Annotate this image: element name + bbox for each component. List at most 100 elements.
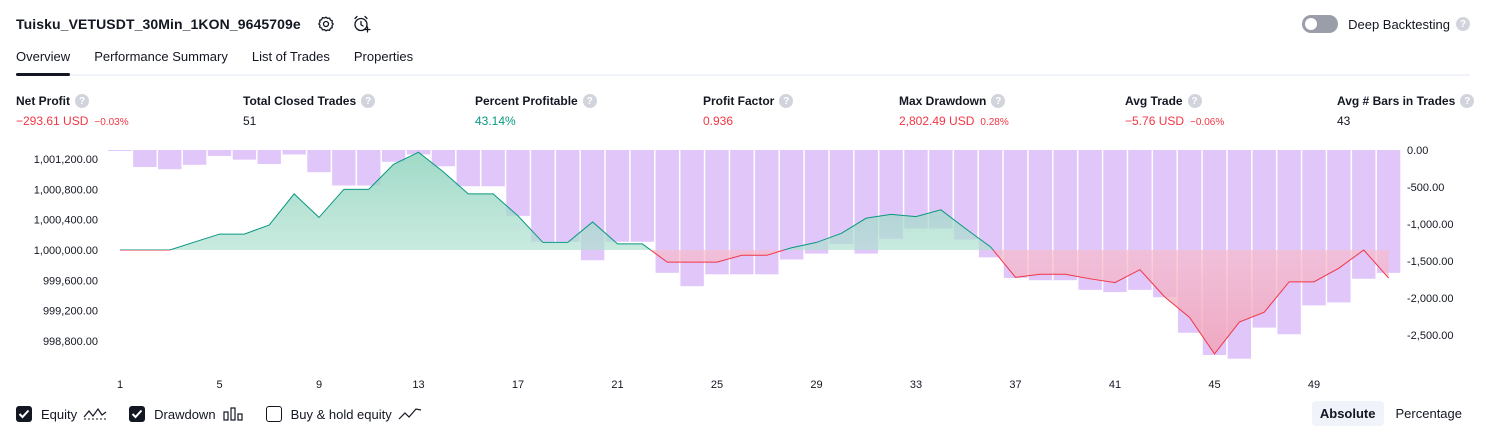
stat-profit-factor: Profit Factor? 0.936 — [703, 94, 794, 128]
x-tick-label: 29 — [810, 379, 822, 391]
equity-line-icon — [83, 407, 107, 421]
x-tick-label: 17 — [512, 379, 524, 391]
drawdown-bar — [481, 150, 505, 187]
legend-label: Drawdown — [154, 406, 216, 422]
drawdown-bar — [556, 150, 580, 242]
stat-percent: −0.06% — [1190, 117, 1225, 128]
stat-percent-profitable: Percent Profitable? 43.14% — [475, 94, 597, 128]
y-left-tick-label: 1,001,200.00 — [34, 154, 98, 166]
drawdown-bar — [357, 150, 381, 186]
equity-drawdown-chart: 1,001,200.00 1,000,800.00 1,000,400.00 1,00… — [34, 145, 1454, 391]
stat-avg-trade: Avg Trade? −5.76 USD −0.06% — [1125, 94, 1224, 128]
scale-mode-switch: Absolute Percentage — [1308, 401, 1470, 426]
drawdown-bar — [282, 150, 306, 155]
stat-label: Max Drawdown — [899, 94, 987, 108]
stat-net-profit: Net Profit? −293.61 USD −0.03% — [16, 94, 129, 128]
drawdown-bar — [232, 150, 257, 160]
drawdown-bar — [779, 150, 804, 260]
x-tick-label: 13 — [412, 379, 424, 391]
x-tick-label: 41 — [1109, 379, 1121, 391]
chart-legend: Equity Drawdown Buy & hold equity — [16, 402, 444, 426]
checkbox-checked-icon[interactable] — [129, 406, 146, 422]
drawdown-bar — [531, 150, 555, 242]
drawdown-bar — [456, 150, 480, 187]
drawdown-bars-icon — [222, 407, 244, 421]
tab-bar: Overview Performance Summary List of Tra… — [16, 44, 1470, 76]
stat-value: −5.76 USD — [1125, 114, 1185, 128]
stat-value: 43.14% — [475, 114, 516, 128]
drawdown-bar — [1277, 150, 1301, 335]
drawdown-bar — [332, 150, 356, 186]
stat-label: Avg Trade — [1125, 94, 1183, 108]
drawdown-bar — [506, 150, 530, 216]
drawdown-bar — [158, 150, 182, 170]
percentage-button[interactable]: Percentage — [1388, 401, 1471, 426]
info-icon[interactable]: ? — [1460, 94, 1475, 108]
tab-properties[interactable]: Properties — [354, 44, 413, 74]
info-icon[interactable]: ? — [75, 94, 89, 108]
legend-label: Equity — [41, 406, 78, 422]
drawdown-bar — [804, 150, 829, 254]
stat-value: −293.61 USD — [16, 114, 89, 128]
info-icon[interactable]: ? — [1187, 94, 1202, 108]
tab-list-of-trades[interactable]: List of Trades — [252, 44, 330, 74]
stat-label: Percent Profitable — [475, 94, 578, 108]
legend-drawdown-toggle[interactable]: Drawdown — [129, 406, 243, 422]
stat-total-closed-trades: Total Closed Trades? 51 — [243, 94, 376, 128]
drawdown-bar — [431, 150, 456, 167]
y-right-tick-label: 0.00 — [1407, 145, 1428, 157]
x-tick-label: 25 — [711, 379, 723, 391]
drawdown-bar — [257, 150, 281, 165]
y-left-tick-label: 999,200.00 — [43, 306, 98, 318]
stat-percent: −0.03% — [94, 117, 129, 128]
add-alert-clock-icon[interactable] — [351, 13, 373, 35]
tab-overview[interactable]: Overview — [16, 44, 71, 76]
stat-value: 2,802.49 USD — [899, 114, 975, 128]
tab-performance-summary[interactable]: Performance Summary — [94, 44, 228, 74]
x-tick-label: 45 — [1208, 379, 1220, 391]
deep-backtesting-toggle[interactable] — [1302, 15, 1339, 33]
deep-backtesting-control: Deep Backtesting ? — [1302, 13, 1470, 35]
info-icon[interactable]: ? — [991, 94, 1006, 108]
x-tick-label: 9 — [316, 379, 322, 391]
checkbox-checked-icon[interactable] — [16, 406, 32, 422]
x-tick-label: 33 — [910, 379, 922, 391]
drawdown-bar — [630, 150, 655, 242]
stat-max-drawdown: Max Drawdown? 2,802.49 USD 0.28% — [899, 94, 1009, 128]
y-left-tick-label: 1,000,400.00 — [34, 215, 98, 227]
legend-buy-hold-toggle[interactable]: Buy & hold equity — [265, 406, 422, 422]
y-right-tick-label: -2,500.00 — [1407, 330, 1453, 342]
y-right-tick-label: -2,000.00 — [1407, 293, 1453, 305]
drawdown-bar — [605, 150, 630, 242]
settings-gear-icon[interactable] — [315, 13, 337, 35]
stat-label: Net Profit — [16, 94, 70, 108]
y-left-tick-label: 1,000,800.00 — [34, 184, 98, 196]
checkbox-unchecked-icon[interactable] — [265, 406, 282, 422]
buy-hold-line-icon — [398, 407, 422, 421]
help-icon[interactable]: ? — [1456, 17, 1470, 31]
strategy-header: Tuisku_VETUSDT_30Min_1KON_9645709e — [16, 13, 373, 35]
drawdown-bar — [207, 150, 232, 156]
drawdown-bar — [182, 150, 207, 165]
drawdown-bar — [307, 150, 331, 173]
stat-label: Total Closed Trades — [243, 94, 357, 108]
absolute-button[interactable]: Absolute — [1311, 401, 1384, 426]
stat-label: Avg # Bars in Trades — [1337, 94, 1456, 108]
legend-equity-toggle[interactable]: Equity — [16, 406, 107, 422]
drawdown-bar — [133, 150, 157, 168]
stat-percent: 0.28% — [980, 117, 1009, 128]
info-icon[interactable]: ? — [361, 94, 376, 108]
drawdown-bar — [1327, 150, 1351, 303]
stat-avg-bars-in-trades: Avg # Bars in Trades? 43 — [1337, 94, 1475, 128]
info-icon[interactable]: ? — [779, 94, 794, 108]
info-icon[interactable]: ? — [582, 94, 597, 108]
strategy-title: Tuisku_VETUSDT_30Min_1KON_9645709e — [16, 16, 301, 32]
drawdown-bar — [680, 150, 704, 287]
stat-value: 43 — [1337, 114, 1351, 128]
x-tick-label: 49 — [1308, 379, 1320, 391]
deep-backtesting-label: Deep Backtesting — [1348, 16, 1450, 32]
y-left-tick-label: 998,800.00 — [43, 336, 98, 348]
stat-value: 0.936 — [703, 114, 734, 128]
y-right-tick-label: -500.00 — [1407, 182, 1444, 194]
x-tick-label: 5 — [216, 379, 222, 391]
